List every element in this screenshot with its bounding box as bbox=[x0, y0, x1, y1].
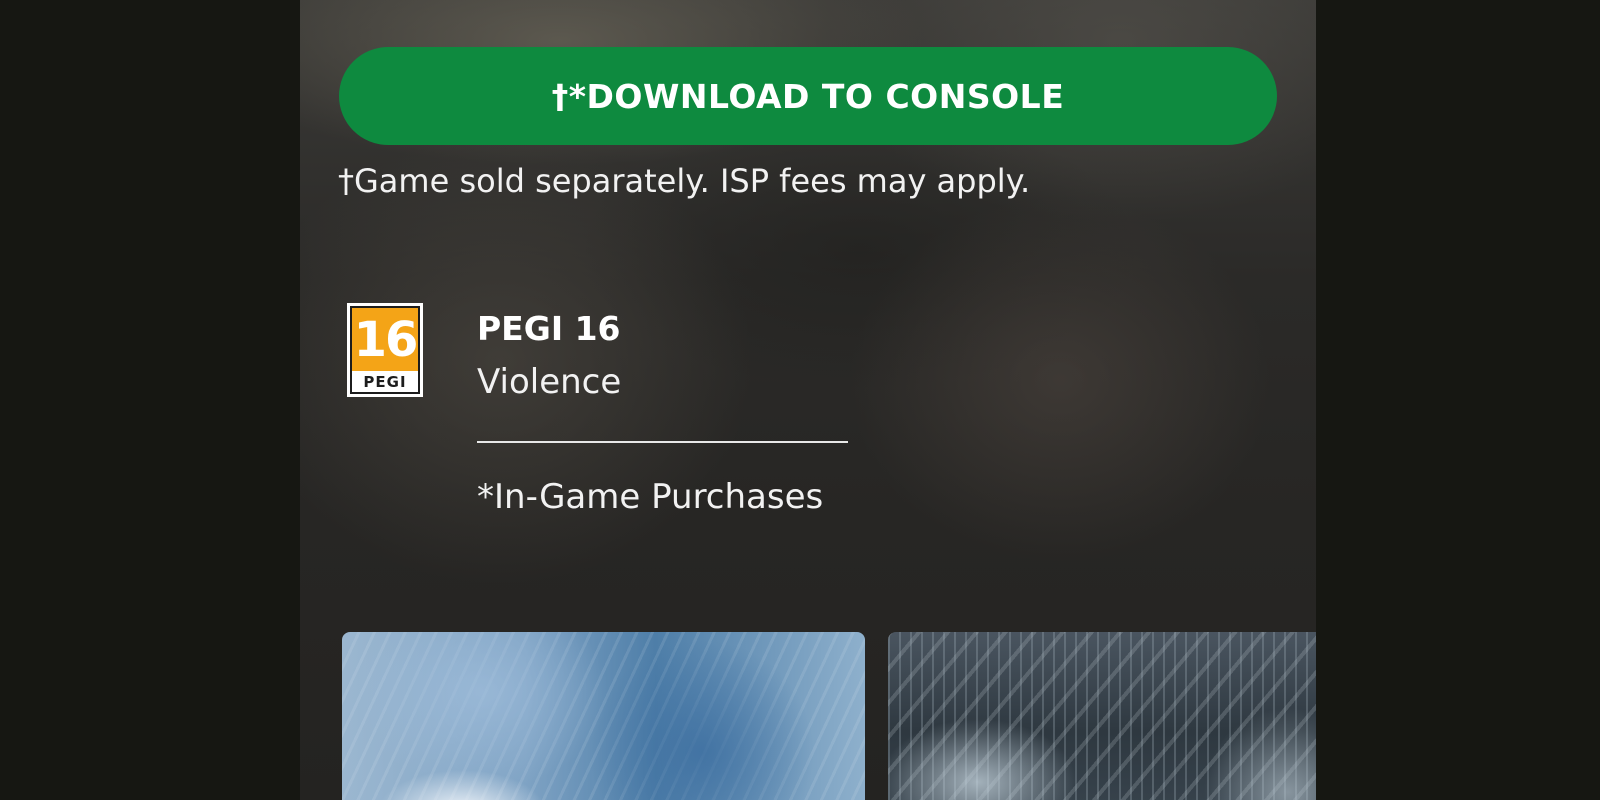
rating-badge-org: PEGI bbox=[352, 371, 418, 392]
left-letterbox bbox=[0, 0, 300, 800]
rating-content-descriptor: Violence bbox=[477, 362, 622, 402]
game-screenshot-thumbnail[interactable] bbox=[342, 632, 865, 800]
store-details-panel: †*DOWNLOAD TO CONSOLE †Game sold separat… bbox=[300, 0, 1316, 800]
rating-interactive-element: *In-Game Purchases bbox=[477, 477, 824, 517]
purchase-disclaimer: †Game sold separately. ISP fees may appl… bbox=[338, 162, 1031, 200]
rating-badge-age: 16 bbox=[352, 308, 418, 371]
right-letterbox bbox=[1316, 0, 1600, 800]
pegi-rating-badge-icon: 16 PEGI bbox=[347, 303, 423, 397]
rating-divider bbox=[477, 441, 848, 443]
rating-title: PEGI 16 bbox=[477, 309, 621, 348]
game-screenshot-thumbnail[interactable] bbox=[888, 632, 1316, 800]
download-to-console-button[interactable]: †*DOWNLOAD TO CONSOLE bbox=[339, 47, 1277, 145]
